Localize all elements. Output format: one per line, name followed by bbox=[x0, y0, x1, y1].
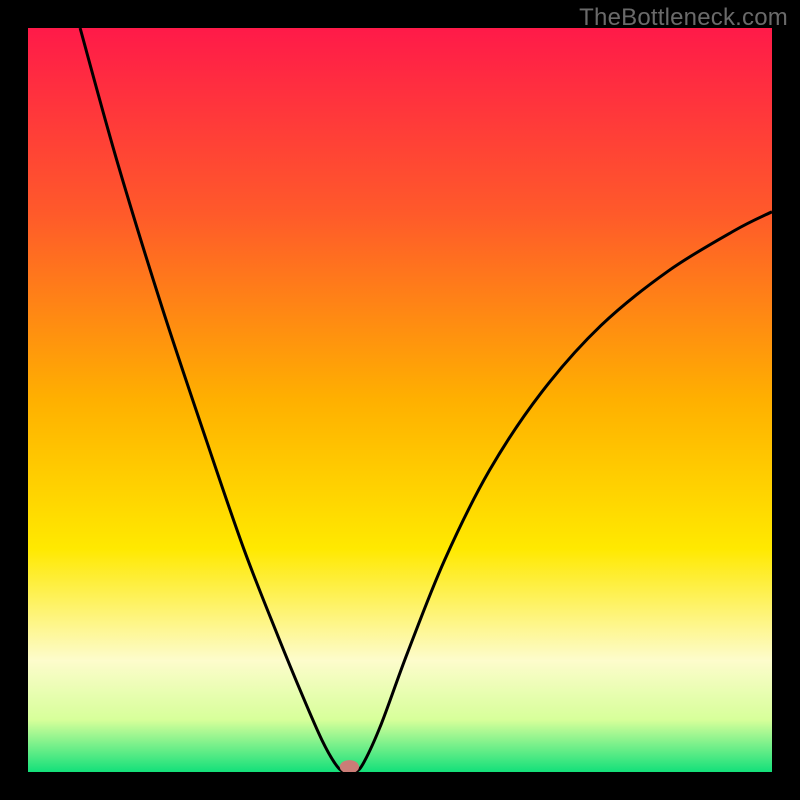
chart-svg bbox=[28, 28, 772, 772]
gradient-background bbox=[28, 28, 772, 772]
plot-area bbox=[28, 28, 772, 772]
chart-frame: TheBottleneck.com bbox=[0, 0, 800, 800]
